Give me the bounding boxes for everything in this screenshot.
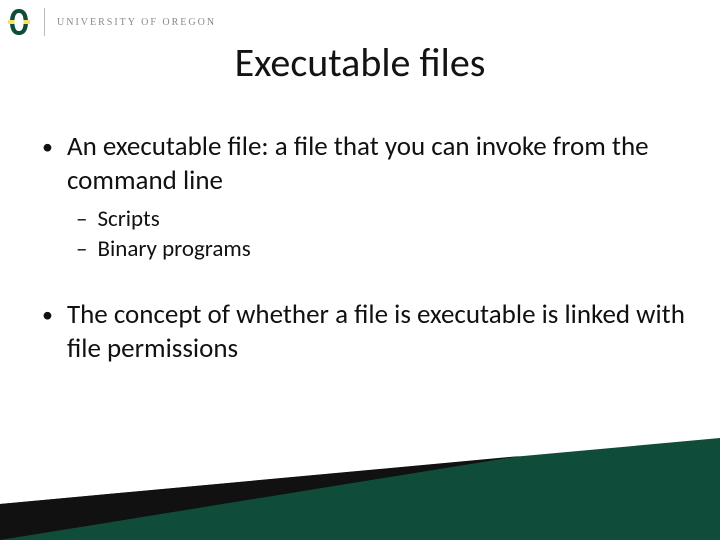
oregon-logo-icon [6, 6, 32, 38]
bullet-text: An executable file: a file that you can … [67, 130, 690, 198]
bullet-item: • An executable file: a file that you ca… [42, 130, 690, 198]
header: UNIVERSITY OF OREGON [6, 6, 216, 38]
sub-bullet-item: – Scripts [76, 204, 690, 234]
footer-decoration [0, 420, 720, 540]
bullet-dash-icon: – [76, 204, 87, 234]
header-divider [44, 8, 45, 36]
slide-title: Executable files [0, 38, 720, 87]
sub-bullet-text: Scripts [97, 204, 159, 234]
bullet-dash-icon: – [76, 234, 87, 264]
sub-bullet-item: – Binary programs [76, 234, 690, 264]
university-name: UNIVERSITY OF OREGON [57, 17, 216, 28]
bullet-item: • The concept of whether a file is execu… [42, 298, 690, 366]
slide-body: • An executable file: a file that you ca… [42, 130, 690, 372]
bullet-dot-icon: • [42, 298, 53, 332]
slide: UNIVERSITY OF OREGON Executable files • … [0, 0, 720, 540]
bullet-text: The concept of whether a file is executa… [67, 298, 690, 366]
bullet-dot-icon: • [42, 130, 53, 164]
sub-bullet-text: Binary programs [97, 234, 250, 264]
